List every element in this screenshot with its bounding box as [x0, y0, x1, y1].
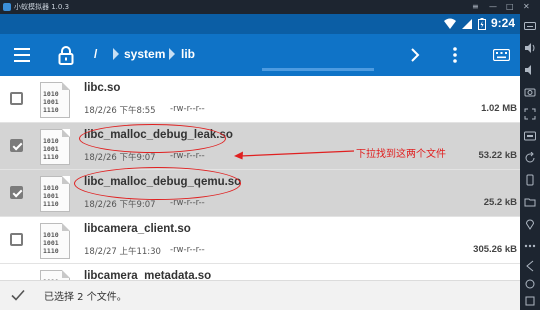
lock-icon[interactable]	[58, 45, 74, 65]
emulator-minimize-button[interactable]: —	[489, 0, 497, 14]
file-date: 18/2/26 下午9:07	[84, 153, 156, 163]
file-size: 25.2 kB	[483, 197, 517, 208]
file-size: 53.22 kB	[478, 150, 517, 161]
binary-file-icon: 101010011110	[40, 129, 70, 165]
file-checkbox[interactable]	[10, 186, 23, 199]
recents-icon[interactable]	[524, 295, 536, 307]
emulator-menu-button[interactable]: ≡	[472, 0, 479, 14]
file-size: 1.02 MB	[481, 103, 517, 114]
scroll-indicator	[262, 68, 374, 71]
file-date: 18/2/26 下午9:07	[84, 200, 156, 210]
file-row-libcamera-client[interactable]: 1010 1001 1110 libcamera_client.so 18/2/27…	[0, 217, 520, 264]
breadcrumb-chevron-icon	[113, 48, 119, 60]
file-list[interactable]: 1010 1001 1110 libc.so 18/2/26 下午8:55 -rw-…	[0, 76, 520, 280]
keyboard-icon[interactable]	[524, 20, 536, 32]
emulator-sidebar	[520, 14, 540, 310]
file-name: libcamera_client.so	[84, 223, 191, 235]
selection-action-bar: 已选择 2 个文件。	[0, 280, 520, 310]
check-icon[interactable]	[11, 289, 25, 301]
file-permissions: -rw-r--r--	[170, 245, 205, 255]
emulator-close-button[interactable]: ✕	[523, 0, 530, 14]
emulator-logo-icon	[3, 3, 11, 11]
screenshot-icon[interactable]	[524, 86, 536, 98]
menu-icon[interactable]	[14, 48, 30, 62]
file-name: libc.so	[84, 82, 121, 94]
file-checkbox[interactable]	[10, 92, 23, 105]
file-checkbox[interactable]	[10, 233, 23, 246]
selection-count-text: 已选择 2 个文件。	[44, 292, 127, 303]
fullscreen-icon[interactable]	[524, 108, 536, 120]
file-row-libc-malloc-debug-qemu[interactable]: 1010 1001 1110 libc_malloc_debug_qemu.so 1…	[0, 170, 520, 217]
emulator-title-bar: 小蚁模拟器 1.0.3 ≡ — □ ✕	[0, 0, 540, 14]
emulator-maximize-button[interactable]: □	[506, 0, 514, 14]
annotation-text: 下拉找到这两个文件	[356, 149, 446, 160]
forward-icon[interactable]	[410, 48, 420, 62]
file-permissions: -rw-r--r--	[170, 104, 205, 114]
status-time: 9:24	[490, 16, 515, 30]
binary-file-icon: 101010011110	[40, 223, 70, 259]
binary-file-icon: 101010011110	[40, 82, 70, 118]
breadcrumb-root[interactable]: /	[94, 47, 97, 61]
more-icon[interactable]	[524, 240, 536, 252]
app-toolbar: / system lib	[0, 34, 520, 76]
keyboard-icon[interactable]	[493, 49, 510, 61]
more-vert-icon[interactable]	[452, 47, 458, 63]
binary-file-icon: 101010011110	[40, 270, 70, 280]
battery-icon	[478, 18, 486, 30]
breadcrumb-lib[interactable]: lib	[181, 47, 195, 61]
breadcrumb-chevron-icon	[169, 48, 175, 60]
shake-icon[interactable]	[524, 174, 536, 186]
volume-up-icon[interactable]	[524, 42, 536, 54]
annotation-arrow-icon	[234, 150, 355, 160]
file-permissions: -rw-r--r--	[170, 198, 205, 208]
file-permissions: -rw-r--r--	[170, 151, 205, 161]
breadcrumb-system[interactable]: system	[124, 47, 165, 61]
wifi-icon	[444, 18, 456, 29]
binary-file-icon: 101010011110	[40, 176, 70, 212]
file-size: 305.26 kB	[473, 244, 517, 255]
apk-icon[interactable]	[524, 130, 536, 142]
rotate-icon[interactable]	[524, 152, 536, 164]
file-date: 18/2/27 上午11:30	[84, 247, 161, 257]
android-status-bar: 9:24	[0, 14, 520, 34]
emulator-title: 小蚁模拟器 1.0.3	[14, 3, 70, 11]
file-row-libcamera-metadata[interactable]: 101010011110 libcamera_metadata.so	[0, 264, 520, 280]
file-checkbox[interactable]	[10, 139, 23, 152]
file-name: libc_malloc_debug_leak.so	[84, 129, 233, 141]
back-icon[interactable]	[524, 260, 536, 272]
file-row-libc[interactable]: 1010 1001 1110 libc.so 18/2/26 下午8:55 -rw-…	[0, 76, 520, 123]
file-name: libc_malloc_debug_qemu.so	[84, 176, 242, 188]
signal-icon	[462, 19, 472, 29]
folder-icon[interactable]	[524, 196, 536, 208]
volume-down-icon[interactable]	[524, 64, 536, 76]
home-icon[interactable]	[524, 278, 536, 290]
file-name: libcamera_metadata.so	[84, 270, 212, 280]
file-date: 18/2/26 下午8:55	[84, 106, 156, 116]
location-icon[interactable]	[524, 218, 536, 230]
